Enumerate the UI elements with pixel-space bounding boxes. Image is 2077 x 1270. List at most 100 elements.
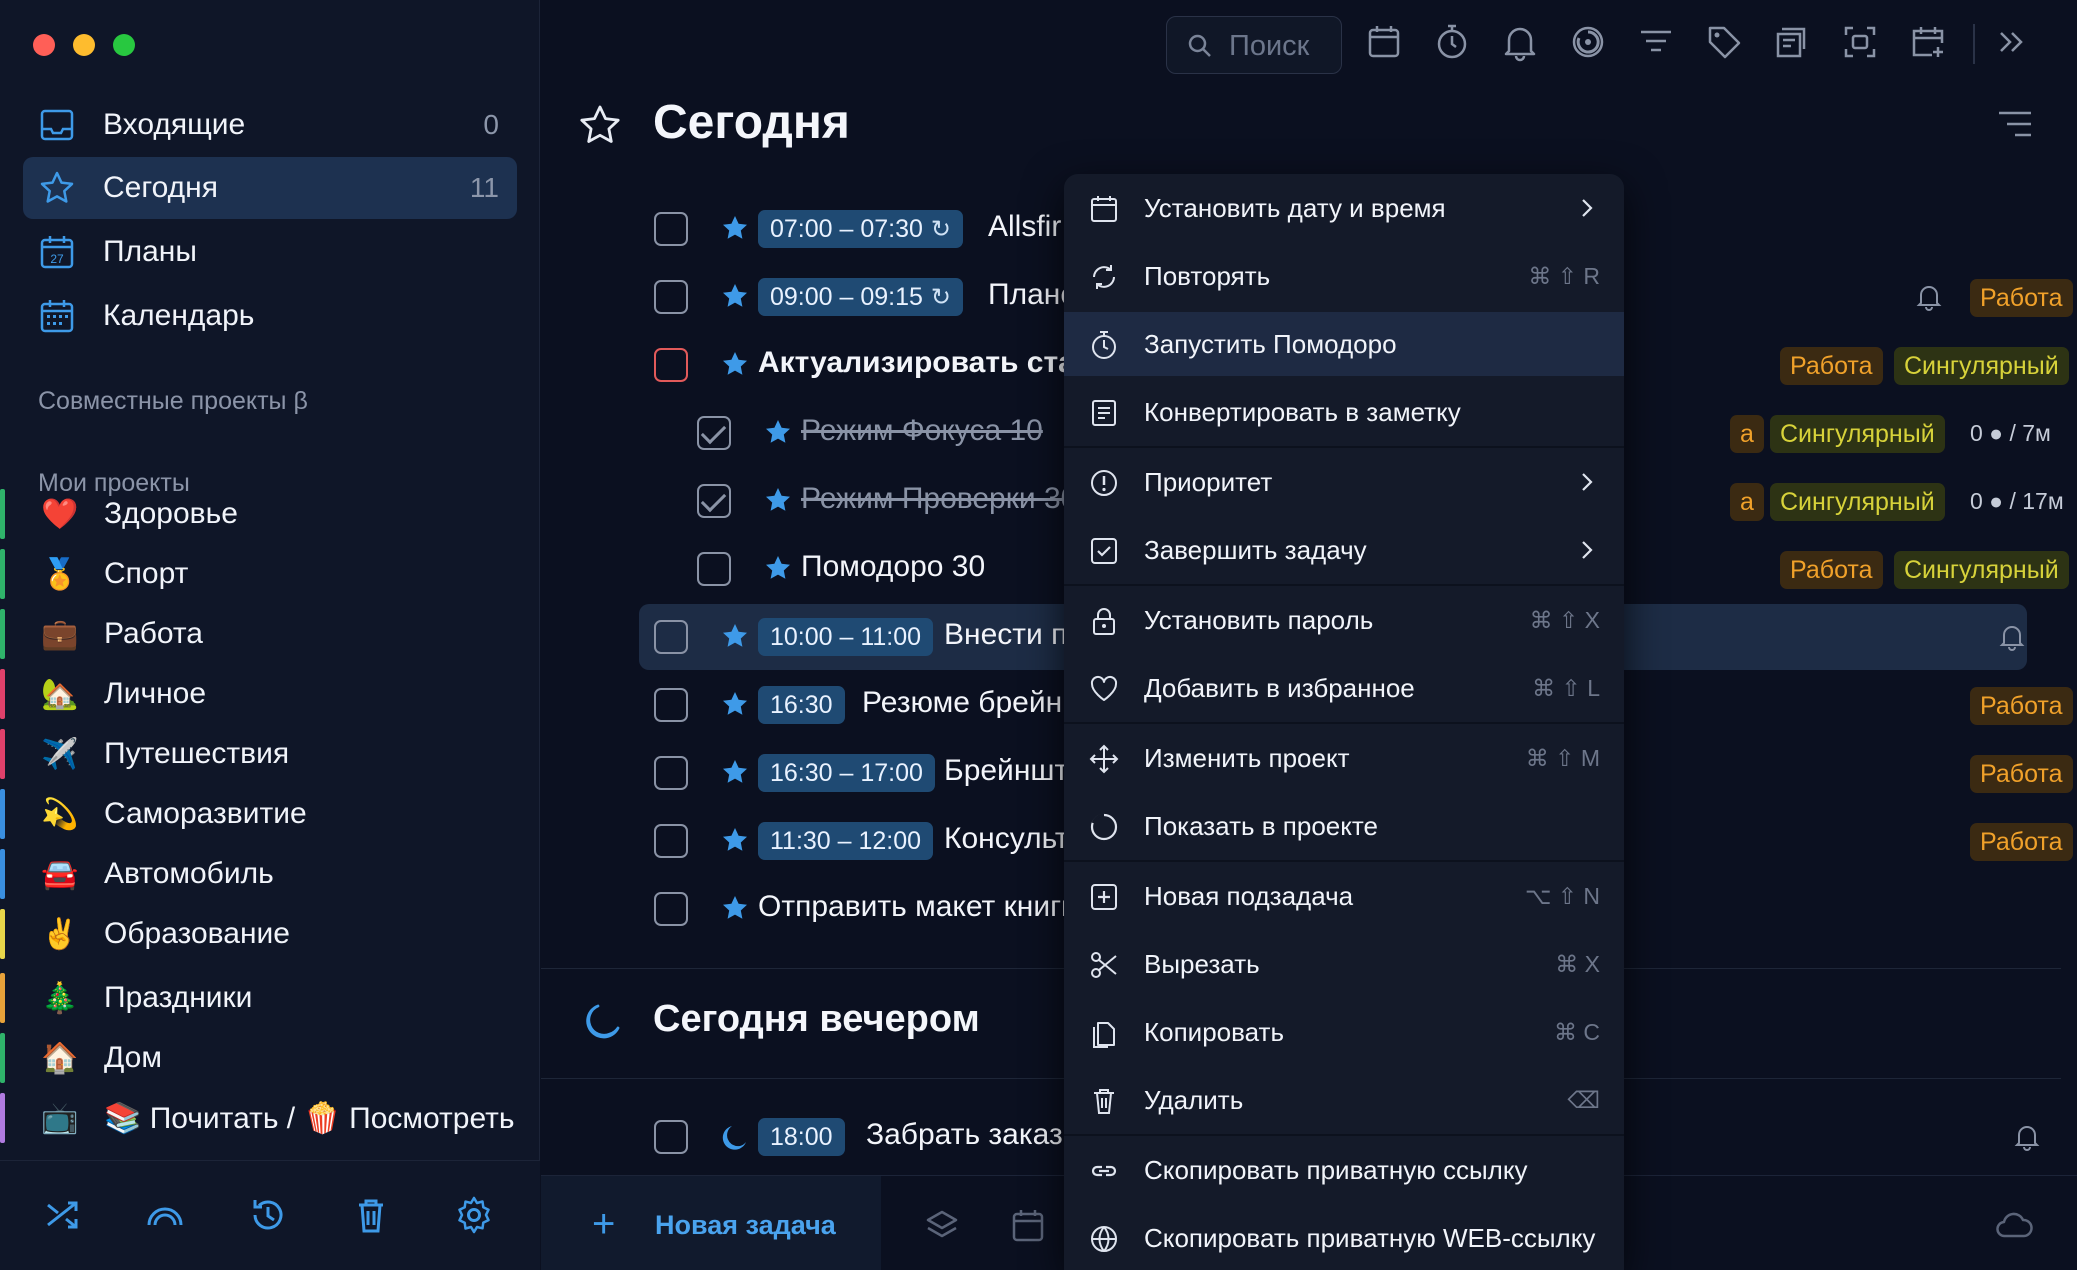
project-color-bar — [0, 489, 5, 539]
sidebar-item-inbox[interactable]: Входящие 0 — [23, 94, 517, 156]
sidebar-project-item[interactable]: 🏅 Спорт — [0, 545, 540, 603]
timer-icon[interactable] — [1432, 22, 1472, 62]
sidebar-project-item[interactable]: 📺 📚 Почитать / 🍿 Посмотреть — [0, 1089, 540, 1147]
new-task-button[interactable]: + Новая задача — [541, 1176, 881, 1270]
window-close-button[interactable] — [33, 34, 55, 56]
expand-icon[interactable] — [1991, 22, 2031, 62]
cloud-icon[interactable] — [1994, 1206, 2034, 1246]
sidebar-project-item[interactable]: 🚘 Автомобиль — [0, 845, 540, 903]
task-checkbox[interactable] — [697, 552, 731, 586]
task-title: Актуализировать стар — [758, 346, 1094, 379]
context-menu-item[interactable]: Повторять ⌘ ⇧ R — [1064, 244, 1624, 308]
task-tag[interactable]: Сингулярный — [1770, 415, 1945, 453]
bell-icon[interactable] — [2012, 1122, 2042, 1152]
context-menu-item[interactable]: Завершить задачу — [1064, 518, 1624, 582]
evening-section-title: Сегодня вечером — [653, 998, 980, 1040]
task-tag[interactable]: Сингулярный — [1894, 347, 2069, 385]
task-checkbox[interactable] — [654, 1120, 688, 1154]
calendar-icon[interactable] — [1008, 1206, 1048, 1246]
window-minimize-button[interactable] — [73, 34, 95, 56]
check-square-icon — [1091, 538, 1117, 564]
sidebar-project-item[interactable]: 🎄 Праздники — [0, 969, 540, 1027]
task-tag[interactable]: Работа — [1780, 347, 1883, 385]
context-menu-item[interactable]: Скопировать приватную WEB-ссылку — [1064, 1206, 1624, 1270]
app-window: Входящие 0 Сегодня 11 27 Планы Календарь… — [0, 0, 2077, 1270]
sidebar-item-plans[interactable]: 27 Планы — [23, 221, 517, 283]
project-emoji: ❤️ — [41, 497, 79, 531]
filter-icon[interactable] — [1636, 22, 1676, 62]
task-checkbox[interactable] — [654, 688, 688, 722]
shuffle-icon[interactable] — [43, 1195, 83, 1235]
sidebar-item-today[interactable]: Сегодня 11 — [23, 157, 517, 219]
trash-icon[interactable] — [351, 1195, 391, 1235]
context-menu-item[interactable]: Приоритет — [1064, 450, 1624, 514]
task-time-badge: 10:00 – 11:00 — [758, 618, 934, 656]
task-checkbox[interactable] — [697, 416, 731, 450]
sidebar-project-item[interactable]: ✌️ Образование — [0, 905, 540, 963]
note-icon[interactable] — [1772, 22, 1812, 62]
project-emoji: 🎄 — [41, 981, 79, 1015]
sidebar-project-item[interactable]: 🏡 Личное — [0, 665, 540, 723]
sidebar-project-item[interactable]: ✈️ Путешествия — [0, 725, 540, 783]
layers-icon[interactable] — [922, 1206, 962, 1246]
context-menu-item[interactable]: Скопировать приватную ссылку — [1064, 1138, 1624, 1202]
task-checkbox[interactable] — [654, 348, 688, 382]
context-menu-item[interactable]: Конвертировать в заметку — [1064, 380, 1624, 444]
star-outline-icon[interactable] — [578, 103, 622, 147]
context-menu-item[interactable]: Показать в проекте — [1064, 794, 1624, 858]
move-icon — [1089, 744, 1119, 774]
sidebar-project-item[interactable]: 💼 Работа — [0, 605, 540, 663]
task-checkbox[interactable] — [654, 892, 688, 926]
tag-icon[interactable] — [1704, 22, 1744, 62]
task-tag[interactable]: а — [1730, 483, 1764, 521]
bell-icon[interactable] — [1914, 282, 1944, 312]
screenshot-icon[interactable] — [1840, 22, 1880, 62]
window-zoom-button[interactable] — [113, 34, 135, 56]
history-icon[interactable] — [248, 1195, 288, 1235]
context-menu-item[interactable]: Установить пароль ⌘ ⇧ X — [1064, 588, 1624, 652]
task-tag[interactable]: Работа — [1780, 551, 1883, 589]
search-input[interactable]: Поиск — [1166, 16, 1342, 74]
copy-icon — [1093, 1022, 1115, 1048]
context-menu-item[interactable]: Изменить проект ⌘ ⇧ M — [1064, 726, 1624, 790]
sidebar-item-calendar[interactable]: Календарь — [23, 285, 517, 347]
task-tag[interactable]: а — [1730, 415, 1764, 453]
star-icon — [720, 689, 750, 719]
context-menu-item[interactable]: Запустить Помодоро — [1064, 312, 1624, 376]
task-checkbox[interactable] — [654, 620, 688, 654]
sidebar-project-item[interactable]: ❤️ Здоровье — [0, 485, 540, 543]
shared-projects-title[interactable]: Совместные проекты β — [38, 387, 308, 416]
context-menu-item[interactable]: Новая подзадача ⌥ ⇧ N — [1064, 864, 1624, 928]
add-calendar-icon[interactable] — [1908, 22, 1948, 62]
view-options-icon[interactable] — [1997, 110, 2033, 138]
context-menu-item[interactable]: Установить дату и время — [1064, 176, 1624, 240]
task-checkbox[interactable] — [654, 280, 688, 314]
bell-icon[interactable] — [1500, 22, 1540, 62]
rainbow-icon[interactable] — [145, 1195, 185, 1235]
task-checkbox[interactable] — [654, 756, 688, 790]
task-tag[interactable]: Работа — [1970, 755, 2073, 793]
task-tag[interactable]: Работа — [1970, 687, 2073, 725]
task-tag[interactable]: Работа — [1970, 279, 2073, 317]
menu-item-shortcut: ⌫ — [1567, 1087, 1600, 1113]
bell-icon[interactable] — [1997, 622, 2027, 652]
calendar-icon[interactable] — [1364, 22, 1404, 62]
context-menu-item[interactable]: Копировать ⌘ C — [1064, 1000, 1624, 1064]
task-checkbox[interactable] — [654, 824, 688, 858]
settings-icon[interactable] — [454, 1195, 494, 1235]
star-icon — [720, 757, 750, 787]
calendar-grid-icon — [40, 300, 74, 333]
task-tag[interactable]: Сингулярный — [1894, 551, 2069, 589]
task-title: Брейншт — [944, 754, 1069, 787]
project-label: Личное — [104, 677, 207, 710]
task-checkbox[interactable] — [697, 484, 731, 518]
task-tag[interactable]: Работа — [1970, 823, 2073, 861]
progress-icon[interactable] — [1568, 22, 1608, 62]
sidebar-project-item[interactable]: 💫 Саморазвитие — [0, 785, 540, 843]
sidebar-project-item[interactable]: 🏠 Дом — [0, 1029, 540, 1087]
context-menu-item[interactable]: Вырезать ⌘ X — [1064, 932, 1624, 996]
context-menu-item[interactable]: Добавить в избранное ⌘ ⇧ L — [1064, 656, 1624, 720]
task-tag[interactable]: Сингулярный — [1770, 483, 1945, 521]
context-menu-item[interactable]: Удалить ⌫ — [1064, 1068, 1624, 1132]
task-checkbox[interactable] — [654, 212, 688, 246]
